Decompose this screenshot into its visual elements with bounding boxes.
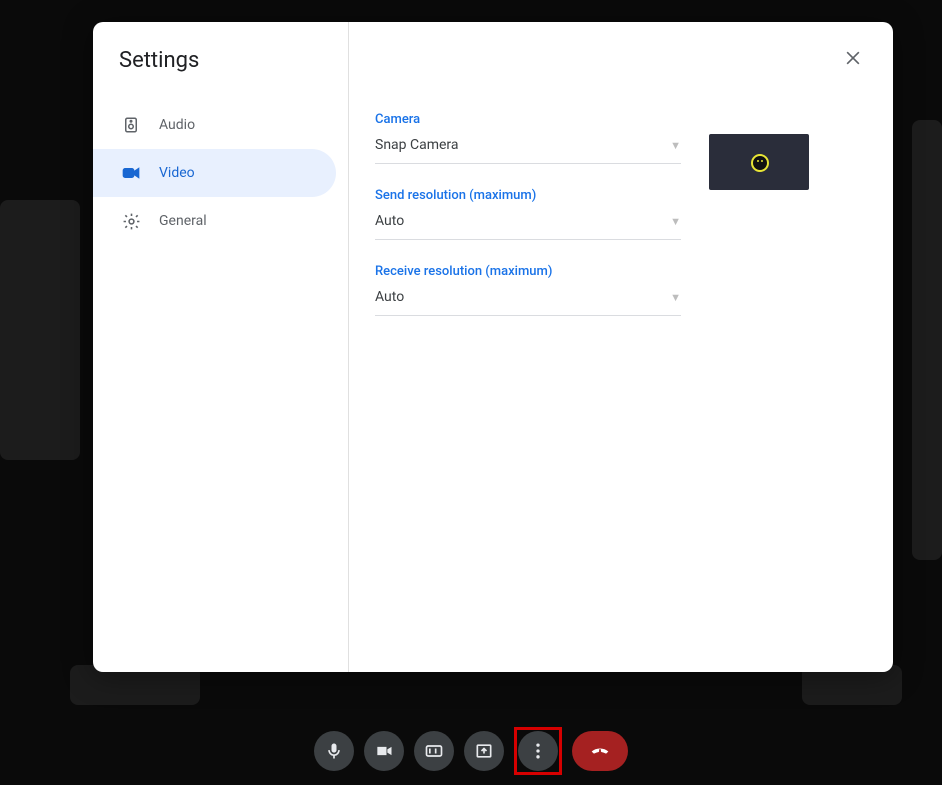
send-resolution-value: Auto [375, 213, 404, 229]
settings-sidebar: Settings Audio Video [93, 22, 349, 672]
hangup-button[interactable] [572, 731, 628, 771]
receive-resolution-field: Receive resolution (maximum) Auto ▼ [375, 264, 681, 316]
sidebar-item-audio[interactable]: Audio [93, 101, 336, 149]
chevron-down-icon: ▼ [670, 215, 681, 228]
call-toolbar [314, 727, 628, 775]
camera-icon [121, 163, 141, 183]
speaker-icon [121, 115, 141, 135]
more-icon [528, 741, 548, 761]
chevron-down-icon: ▼ [670, 139, 681, 152]
settings-main: Camera Snap Camera ▼ Send resolution (ma… [349, 22, 893, 672]
present-icon [474, 741, 494, 761]
camera-value: Snap Camera [375, 137, 459, 153]
toggle-camera-button[interactable] [364, 731, 404, 771]
present-button[interactable] [464, 731, 504, 771]
sidebar-item-label: General [159, 213, 207, 229]
camera-select[interactable]: Snap Camera ▼ [375, 135, 681, 164]
more-button-highlight [514, 727, 562, 775]
camera-label: Camera [375, 112, 681, 127]
sidebar-item-general[interactable]: General [93, 197, 336, 245]
gear-icon [121, 211, 141, 231]
send-resolution-label: Send resolution (maximum) [375, 188, 681, 203]
settings-dialog: Settings Audio Video [93, 22, 893, 672]
camera-icon [374, 741, 394, 761]
microphone-icon [324, 741, 344, 761]
receive-resolution-label: Receive resolution (maximum) [375, 264, 681, 279]
close-icon [843, 48, 863, 68]
camera-preview [709, 134, 809, 190]
chevron-down-icon: ▼ [670, 291, 681, 304]
settings-title: Settings [93, 48, 348, 101]
mute-mic-button[interactable] [314, 731, 354, 771]
more-options-button[interactable] [518, 731, 558, 771]
preview-face-icon [751, 154, 769, 172]
send-resolution-field: Send resolution (maximum) Auto ▼ [375, 188, 681, 240]
captions-button[interactable] [414, 731, 454, 771]
captions-icon [424, 741, 444, 761]
camera-field: Camera Snap Camera ▼ [375, 112, 681, 164]
sidebar-item-video[interactable]: Video [93, 149, 336, 197]
sidebar-item-label: Audio [159, 117, 195, 133]
send-resolution-select[interactable]: Auto ▼ [375, 211, 681, 240]
receive-resolution-value: Auto [375, 289, 404, 305]
close-button[interactable] [839, 44, 867, 72]
sidebar-item-label: Video [159, 165, 195, 181]
hangup-icon [590, 741, 610, 761]
receive-resolution-select[interactable]: Auto ▼ [375, 287, 681, 316]
